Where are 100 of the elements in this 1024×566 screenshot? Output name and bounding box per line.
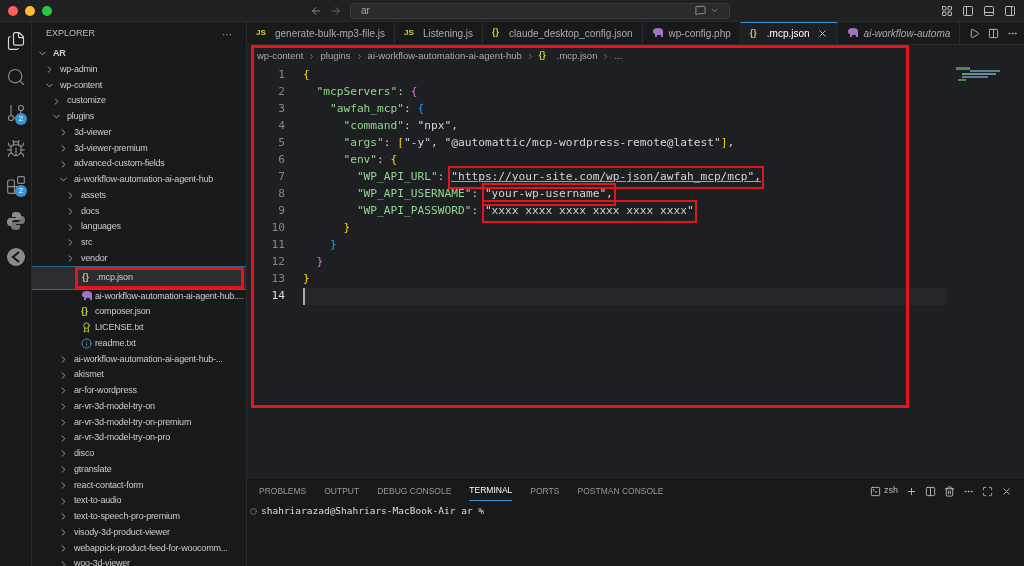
tree-label: webappick-product-feed-for-woocomm... [74,541,228,555]
python-icon[interactable] [5,211,26,231]
panel-tab[interactable]: TERMINAL [469,481,513,501]
layout-icon[interactable] [941,4,953,17]
folder-row[interactable]: woo-3d-viewer [32,556,246,566]
maximize-icon[interactable] [982,485,993,497]
panel-tab[interactable]: PORTS [530,481,560,501]
ribbon-icon [81,322,92,334]
maximize-window-icon[interactable] [42,5,52,16]
editor-tab[interactable]: {} claude_desktop_config.json [483,22,643,44]
folder-row[interactable]: AR [32,46,246,62]
search-icon[interactable] [5,67,26,87]
folder-row[interactable]: wp-admin [32,61,246,78]
line-number: 3 [277,101,285,118]
file-row[interactable]: LICENSE.txt [32,320,246,336]
tab-label: generate-bulk-mp3-file.js [275,26,386,41]
panel-tab[interactable]: OUTPUT [324,481,360,501]
close-icon[interactable] [816,28,828,39]
chat-icon[interactable] [695,5,706,16]
panel-bottom-icon[interactable] [983,4,995,17]
line-number: 10 [270,220,285,237]
folder-row[interactable]: text-to-speech-pro-premium [32,509,246,525]
folder-row[interactable]: gtranslate [32,461,246,478]
folder-row[interactable]: ar-vr-3d-model-try-on-premium [32,414,246,431]
tree-label: readme.txt [95,336,136,350]
code-token: "args" [342,135,384,152]
tree-label: docs [81,204,100,218]
line-number: 8 [277,186,285,203]
minimize-window-icon[interactable] [25,5,35,16]
file-row[interactable]: {} composer.json [32,304,246,320]
tree-label: composer.json [95,305,151,319]
extensions-icon[interactable] [5,175,26,195]
code-token: "command" [342,118,405,135]
run-icon[interactable] [969,27,980,39]
editor-tab[interactable]: JS Listening.js [395,22,484,44]
elephant-icon [81,291,93,302]
code-token: : [397,84,406,101]
folder-row[interactable]: customize [32,93,246,109]
folder-row[interactable]: webappick-product-feed-for-woocomm... [32,540,246,557]
file-row[interactable]: {} .mcp.json [32,266,246,289]
folder-row[interactable]: react-contact-form [32,477,246,494]
source-control-icon[interactable] [5,103,26,123]
trash-icon[interactable] [944,485,955,497]
add-icon[interactable] [906,485,917,497]
panel-tab[interactable]: PROBLEMS [259,481,307,501]
breadcrumb-item[interactable]: .mcp.json [556,48,598,64]
tree-label: LICENSE.txt [95,321,144,335]
panel-right-icon[interactable] [1004,4,1016,17]
file-row[interactable]: ai-workflow-automation-ai-agent-hub.... [32,288,246,305]
folder-row[interactable]: advanced-custom-fields [32,156,246,172]
editor-tab[interactable]: wp-config.php [642,22,741,44]
folder-row[interactable]: plugins [32,109,246,125]
folder-row[interactable]: wp-content [32,77,246,94]
breadcrumb-item[interactable]: wp-content [257,48,304,64]
editor-tab[interactable]: {} .mcp.json [740,22,838,44]
folder-row[interactable]: text-to-audio [32,493,246,509]
folder-row[interactable]: ar-vr-3d-model-try-on [32,398,246,415]
panel-tab[interactable]: DEBUG CONSOLE [377,481,452,501]
tree-label: advanced-custom-fields [74,157,165,171]
line-number: 4 [277,118,285,135]
folder-row[interactable]: 3d-viewer [32,124,246,141]
back-icon[interactable] [310,4,322,17]
split-editor-icon[interactable] [988,27,999,39]
panel-left-icon[interactable] [962,4,974,17]
tree-label: 3d-viewer-premium [74,141,148,155]
breadcrumb-item[interactable]: ai-workflow-automation-ai-agent-hub [367,48,522,64]
folder-row[interactable]: ar-for-wordpress [32,383,246,399]
folder-row[interactable]: docs [32,203,246,220]
files-icon[interactable] [5,31,26,51]
chevron-down-icon[interactable] [710,6,719,15]
more-actions-icon[interactable]: ··· [222,26,232,42]
run-debug-icon[interactable] [5,139,26,159]
close-window-icon[interactable] [8,5,18,16]
tree-label: ar-vr-3d-model-try-on-pro [74,431,171,445]
close-icon[interactable] [1001,485,1012,497]
panel-tab[interactable]: POSTMAN CONSOLE [577,481,664,501]
tree-label: ai-workflow-automation-ai-agent-hub.... [95,289,244,303]
breadcrumb-item[interactable]: ... [614,48,623,64]
folder-row[interactable]: disco [32,446,246,462]
folder-row[interactable]: ai-workflow-automation-ai-agent-hub [32,172,246,188]
folder-row[interactable]: assets [32,187,246,204]
editor-tab[interactable]: JS generate-bulk-mp3-file.js [247,22,396,44]
folder-row[interactable]: src [32,235,246,251]
folder-row[interactable]: languages [32,219,246,235]
breadcrumb-item[interactable]: plugins [320,48,351,64]
folder-row[interactable]: akismet [32,367,246,383]
tree-label: AR [53,47,66,61]
folder-row[interactable]: vendor [32,250,246,267]
tree-label: ar-vr-3d-model-try-on-premium [74,415,192,429]
file-row[interactable]: readme.txt [32,335,246,352]
terminal-icon[interactable] [870,485,881,497]
tree-label: ar-vr-3d-model-try-on [74,399,155,413]
folder-row[interactable]: visody-3d-product-viewer [32,524,246,541]
folder-row[interactable]: 3d-viewer-premium [32,140,246,157]
folder-row[interactable]: ar-vr-3d-model-try-on-pro [32,430,246,446]
editor-tab[interactable]: ai-workflow-automa [837,22,961,44]
shell-name[interactable]: zsh [884,484,898,498]
folder-row[interactable]: ai-workflow-automation-ai-agent-hub-... [32,351,246,368]
split-terminal-icon[interactable] [925,485,936,497]
search-field[interactable]: ar [350,2,730,19]
